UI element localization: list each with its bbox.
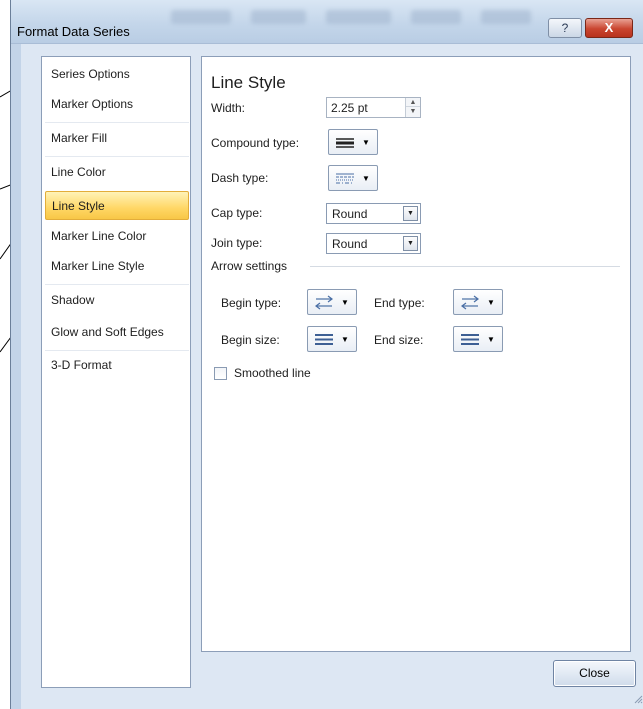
- background-ribbon-ghost: [171, 10, 231, 24]
- resize-grip-icon[interactable]: [633, 694, 643, 704]
- window-close-button[interactable]: X: [585, 18, 633, 38]
- end-type-dropdown[interactable]: ▼: [453, 289, 503, 315]
- chevron-down-icon: ▼: [341, 298, 349, 307]
- spinner-arrows[interactable]: ▲ ▼: [405, 98, 420, 117]
- join-type-label: Join type:: [211, 236, 263, 250]
- arrow-type-icon: [461, 295, 479, 310]
- width-spinner[interactable]: 2.25 pt ▲ ▼: [326, 97, 421, 118]
- nav-item-glow-soft-edges[interactable]: Glow and Soft Edges: [45, 318, 189, 347]
- dialog-title: Format Data Series: [17, 24, 130, 39]
- dash-lines-icon: [336, 173, 354, 184]
- line-style-panel: Line Style Width: 2.25 pt ▲ ▼ Compound t…: [201, 56, 631, 652]
- begin-size-dropdown[interactable]: ▼: [307, 326, 357, 352]
- chevron-down-icon[interactable]: ▼: [403, 206, 418, 221]
- join-type-select[interactable]: Round ▼: [326, 233, 421, 254]
- spin-down-icon[interactable]: ▼: [406, 107, 420, 116]
- background-ribbon-ghost: [481, 10, 531, 24]
- smoothed-line-label[interactable]: Smoothed line: [234, 366, 311, 380]
- nav-item-marker-line-color[interactable]: Marker Line Color: [45, 222, 189, 251]
- nav-item-line-color[interactable]: Line Color: [45, 158, 189, 187]
- arrow-size-icon: [461, 334, 479, 345]
- begin-type-label: Begin type:: [221, 296, 282, 310]
- category-list: Series Options Marker Options Marker Fil…: [41, 56, 191, 688]
- arrow-size-icon: [315, 334, 333, 345]
- dialog-client-area: Series Options Marker Options Marker Fil…: [21, 44, 643, 709]
- chevron-down-icon: ▼: [487, 335, 495, 344]
- cap-type-select[interactable]: Round ▼: [326, 203, 421, 224]
- end-type-label: End type:: [374, 296, 425, 310]
- nav-item-shadow[interactable]: Shadow: [45, 286, 189, 315]
- end-size-label: End size:: [374, 333, 424, 347]
- spin-up-icon[interactable]: ▲: [406, 98, 420, 107]
- begin-type-dropdown[interactable]: ▼: [307, 289, 357, 315]
- compound-type-label: Compound type:: [211, 136, 300, 150]
- nav-item-3d-format[interactable]: 3-D Format: [45, 351, 189, 380]
- background-ribbon-ghost: [326, 10, 391, 24]
- chevron-down-icon: ▼: [362, 138, 370, 147]
- group-divider: [310, 266, 620, 267]
- chevron-down-icon[interactable]: ▼: [403, 236, 418, 251]
- chevron-down-icon: ▼: [341, 335, 349, 344]
- nav-item-marker-line-style[interactable]: Marker Line Style: [45, 252, 189, 281]
- background-ribbon-ghost: [411, 10, 461, 24]
- smoothed-line-checkbox[interactable]: [214, 367, 227, 380]
- chevron-down-icon: ▼: [362, 174, 370, 183]
- join-type-value: Round: [332, 237, 368, 251]
- width-label: Width:: [211, 101, 246, 115]
- begin-size-label: Begin size:: [221, 333, 280, 347]
- nav-item-series-options[interactable]: Series Options: [45, 60, 189, 89]
- arrow-settings-label: Arrow settings: [211, 259, 288, 273]
- nav-separator: [45, 122, 189, 123]
- help-button[interactable]: ?: [548, 18, 582, 38]
- dash-type-dropdown[interactable]: ▼: [328, 165, 378, 191]
- compound-type-dropdown[interactable]: ▼: [328, 129, 378, 155]
- chevron-down-icon: ▼: [487, 298, 495, 307]
- nav-separator: [45, 156, 189, 157]
- nav-item-line-style[interactable]: Line Style: [45, 191, 189, 220]
- section-heading: Line Style: [211, 73, 286, 92]
- width-value: 2.25 pt: [331, 101, 368, 115]
- nav-item-marker-fill[interactable]: Marker Fill: [45, 124, 189, 153]
- compound-lines-icon: [336, 138, 354, 148]
- nav-item-marker-options[interactable]: Marker Options: [45, 90, 189, 119]
- cap-type-label: Cap type:: [211, 206, 263, 220]
- background-ribbon-ghost: [251, 10, 306, 24]
- cap-type-value: Round: [332, 207, 368, 221]
- arrow-type-icon: [315, 295, 333, 310]
- nav-separator: [45, 284, 189, 285]
- close-button[interactable]: Close: [553, 660, 636, 687]
- end-size-dropdown[interactable]: ▼: [453, 326, 503, 352]
- format-data-series-dialog: Format Data Series ? X Series Options Ma…: [10, 0, 643, 709]
- dash-type-label: Dash type:: [211, 171, 269, 185]
- title-bar: Format Data Series ? X: [11, 0, 643, 44]
